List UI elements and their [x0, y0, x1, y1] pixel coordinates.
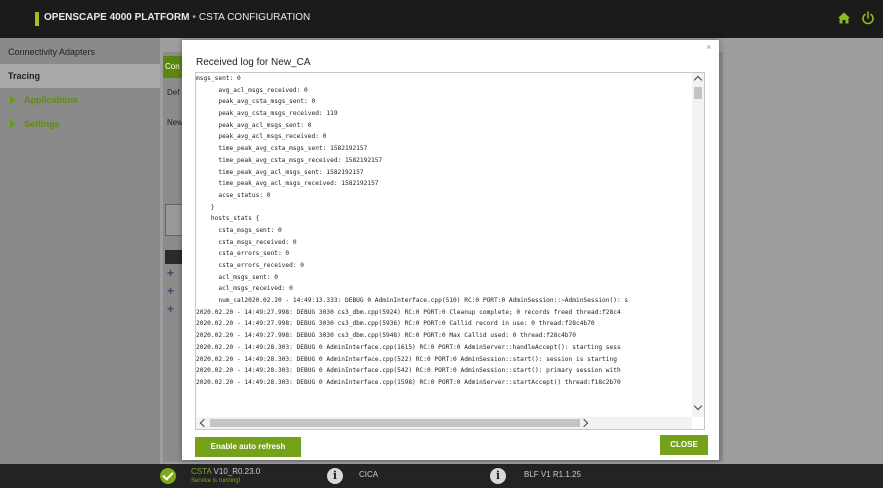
csta-prefix: CSTA: [191, 467, 212, 476]
log-line: time_peak_avg_acl_msgs_sent: 1582192157: [196, 168, 364, 176]
log-line: 2020.02.20 - 14:49:28.303: DEBUG 0 Admin…: [196, 355, 617, 363]
check-icon: [160, 468, 176, 484]
vertical-scroll-thumb[interactable]: [694, 87, 702, 99]
scroll-left-icon[interactable]: [199, 418, 209, 428]
background-add-button[interactable]: +: [167, 266, 174, 280]
cica-label: CICA: [359, 470, 379, 479]
log-lines: msgs_sent: 0 avg_acl_msgs_received: 0 pe…: [196, 73, 692, 417]
log-line: 2020.02.20 - 14:49:27.998: DEBUG 3030 cs…: [196, 320, 595, 328]
horizontal-scrollbar[interactable]: [196, 417, 692, 429]
modal-title: Received log for New_CA: [196, 57, 311, 68]
sidebar-item-connectivity-adapters[interactable]: Connectivity Adapters: [0, 40, 160, 64]
log-line: peak_avg_csta_msgs_sent: 0: [196, 98, 316, 106]
log-line: msgs_sent: 0: [196, 75, 241, 82]
top-bar: OPENSCAPE 4000 PLATFORM • CSTA CONFIGURATI…: [0, 0, 883, 38]
csta-version: CSTA V10_R0.23.0: [191, 467, 260, 476]
log-line: acse_status: 0: [196, 191, 271, 199]
sidebar-item-tracing[interactable]: Tracing: [0, 64, 160, 88]
log-line: acl_msgs_sent: 0: [196, 273, 278, 281]
log-viewer[interactable]: msgs_sent: 0 avg_acl_msgs_received: 0 pe…: [195, 72, 705, 430]
log-line: peak_avg_acl_msgs_received: 0: [196, 133, 327, 141]
log-modal: × Received log for New_CA msgs_sent: 0 a…: [182, 40, 719, 460]
log-line: avg_acl_msgs_received: 0: [196, 86, 308, 94]
log-line: csta_msgs_received: 0: [196, 238, 297, 246]
scroll-down-icon[interactable]: [693, 401, 703, 411]
log-line: peak_avg_acl_msgs_sent: 0: [196, 121, 312, 129]
horizontal-scroll-thumb[interactable]: [210, 419, 580, 427]
info-icon[interactable]: i: [490, 468, 506, 484]
enable-auto-refresh-button[interactable]: Enable auto refresh: [195, 437, 301, 457]
log-line: csta_errors_sent: 0: [196, 250, 290, 258]
csta-version-number: V10_R0.23.0: [213, 467, 261, 476]
vertical-scrollbar[interactable]: [692, 73, 704, 417]
log-line: hosts_stats {: [196, 215, 260, 223]
log-line: time_peak_avg_csta_msgs_sent: 1582192157: [196, 145, 368, 153]
brand-logo-mark: [35, 12, 39, 26]
close-icon[interactable]: ×: [706, 42, 711, 52]
status-footer: CSTA V10_R0.23.0 Service is running! i C…: [0, 464, 883, 488]
product-name: OPENSCAPE 4000 PLATFORM: [44, 12, 190, 23]
background-new-label: New: [167, 118, 184, 127]
log-line: time_peak_avg_acl_msgs_received: 1582192…: [196, 180, 379, 188]
sidebar-item-settings[interactable]: Settings: [0, 112, 160, 136]
log-line: 2020.02.20 - 14:49:28.303: DEBUG 0 Admin…: [196, 367, 621, 375]
log-line: }: [196, 203, 215, 211]
log-line: 2020.02.20 - 14:49:28.303: DEBUG 0 Admin…: [196, 378, 621, 386]
log-line: 2020.02.20 - 14:49:27.998: DEBUG 3030 cs…: [196, 332, 576, 340]
section-name: CSTA CONFIGURATION: [198, 12, 311, 23]
blf-label: BLF V1 R1.1.25: [524, 470, 581, 479]
sidebar-item-applications[interactable]: Applications: [0, 88, 160, 112]
log-line: acl_msgs_received: 0: [196, 285, 293, 293]
info-icon[interactable]: i: [327, 468, 343, 484]
log-line: 2020.02.20 - 14:49:27.998: DEBUG 3030 cs…: [196, 308, 621, 316]
scroll-right-icon[interactable]: [579, 418, 589, 428]
log-line: num_cal2020.02.20 - 14:49:13.333: DEBUG …: [196, 297, 629, 305]
log-line: peak_avg_csta_msgs_received: 119: [196, 110, 338, 118]
scroll-up-icon[interactable]: [693, 75, 703, 85]
background-default-label: Def: [167, 88, 180, 97]
background-add-button[interactable]: +: [167, 302, 174, 316]
log-line: 2020.02.20 - 14:49:28.303: DEBUG 0 Admin…: [196, 343, 621, 351]
log-line: time_peak_avg_csta_msgs_received: 158219…: [196, 156, 383, 164]
background-add-button[interactable]: +: [167, 284, 174, 298]
home-icon[interactable]: [837, 11, 851, 25]
csta-status: Service is running!: [191, 478, 241, 484]
log-line: csta_msgs_sent: 0: [196, 226, 282, 234]
close-button[interactable]: CLOSE: [660, 435, 708, 455]
sidebar: Connectivity Adapters Tracing Applicatio…: [0, 38, 160, 464]
app-title: OPENSCAPE 4000 PLATFORM • CSTA CONFIGURATI…: [44, 12, 310, 23]
power-icon[interactable]: [861, 11, 875, 25]
log-line: csta_errors_received: 0: [196, 262, 305, 269]
title-separator: •: [192, 12, 196, 23]
